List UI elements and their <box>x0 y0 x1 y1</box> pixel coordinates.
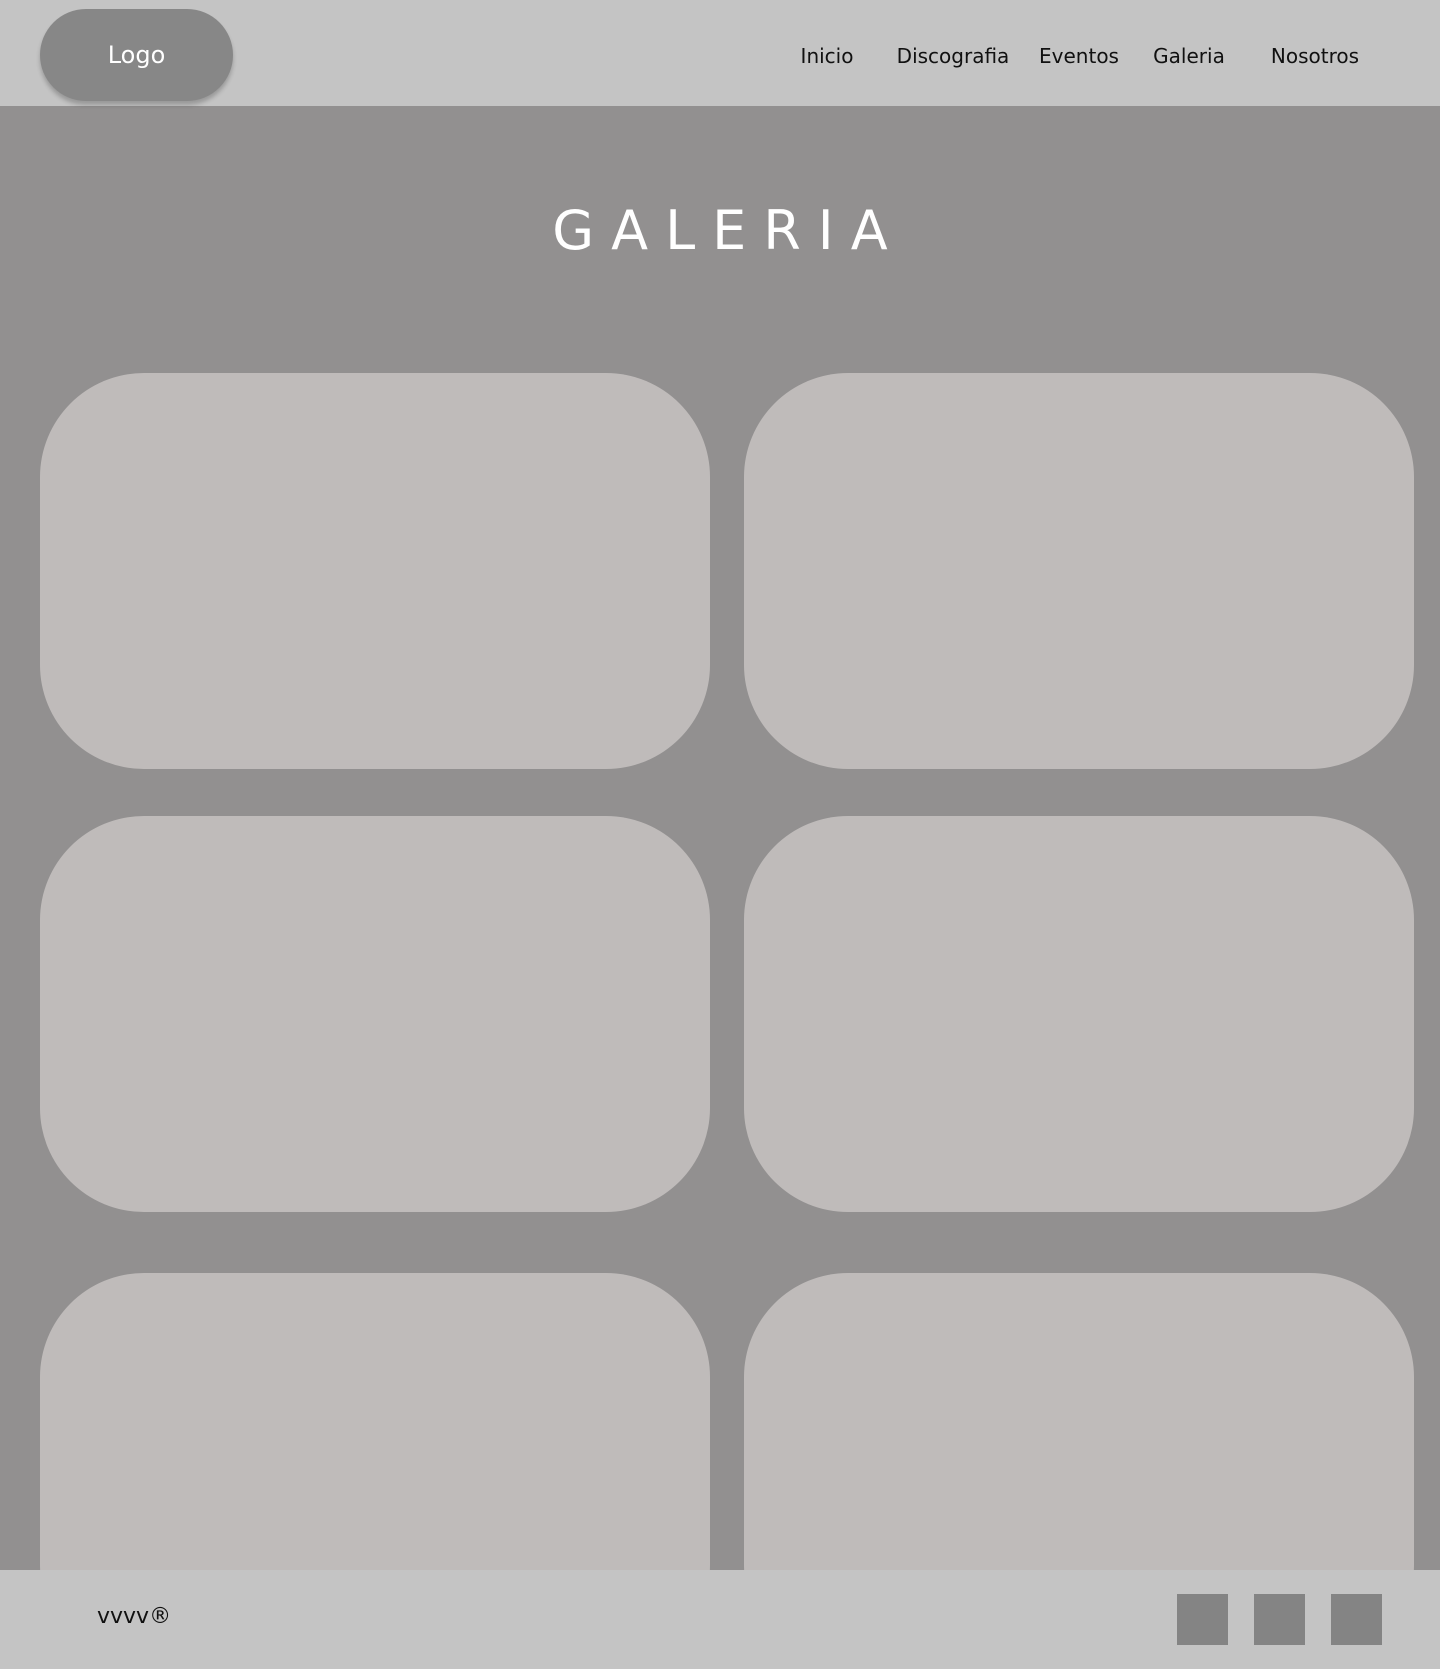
nav-link-galeria[interactable]: Galeria <box>1153 44 1225 68</box>
gallery-card[interactable] <box>40 816 710 1212</box>
nav-link-nosotros[interactable]: Nosotros <box>1271 44 1359 68</box>
nav-link-discografia[interactable]: Discografia <box>897 44 1010 68</box>
logo-button[interactable]: Logo <box>40 9 233 101</box>
social-link-icon[interactable] <box>1331 1594 1382 1645</box>
copyright-text: vvvv® <box>97 1604 172 1629</box>
site-footer: vvvv® <box>0 1570 1440 1669</box>
social-link-icon[interactable] <box>1177 1594 1228 1645</box>
nav-link-eventos[interactable]: Eventos <box>1039 44 1119 68</box>
gallery-card[interactable] <box>744 816 1414 1212</box>
gallery-card[interactable] <box>744 373 1414 769</box>
nav-link-inicio[interactable]: Inicio <box>801 44 854 68</box>
site-header: Logo Inicio Discografia Eventos Galeria … <box>0 0 1440 106</box>
page-title: GALERIA <box>552 199 905 262</box>
gallery-card[interactable] <box>40 373 710 769</box>
social-link-icon[interactable] <box>1254 1594 1305 1645</box>
